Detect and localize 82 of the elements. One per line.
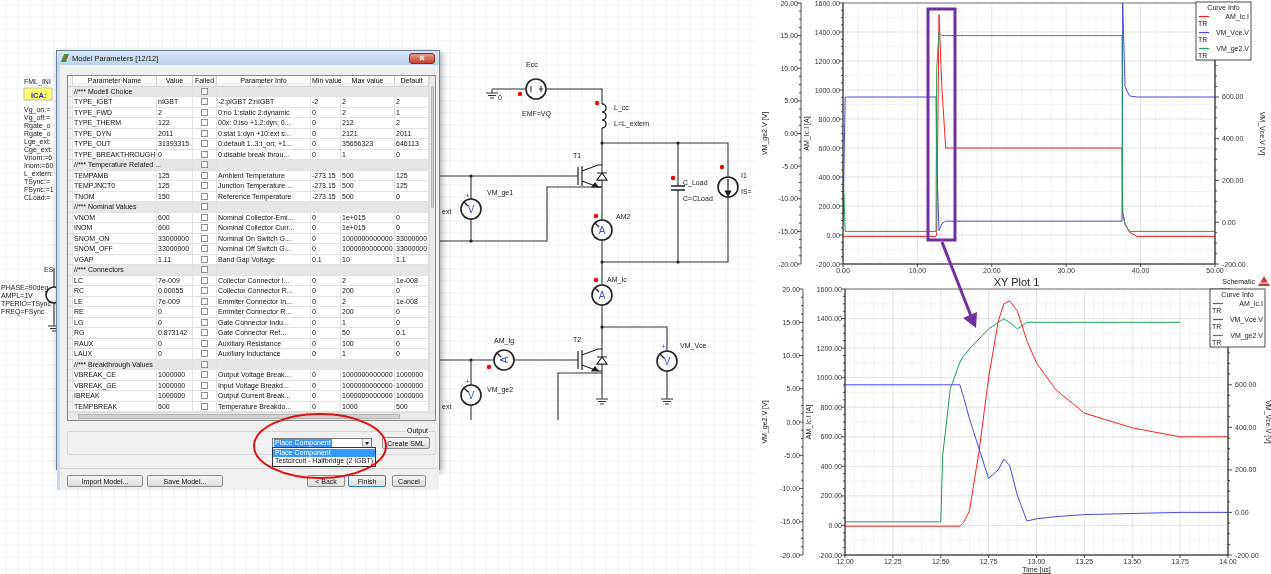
wire [545, 88, 603, 105]
meter-letter: A [598, 289, 606, 301]
meter-letter: V [467, 203, 475, 215]
inductor-icon [601, 103, 607, 129]
logo-icon [1258, 276, 1270, 286]
app-icon [61, 54, 69, 62]
header-box [23, 87, 53, 101]
voltage-source-icon [525, 78, 547, 100]
checkbox[interactable] [201, 224, 208, 232]
ground-icon [595, 394, 609, 405]
polarity-mark: + [465, 377, 470, 386]
ground-icon [485, 88, 499, 99]
junction-dot [469, 174, 473, 178]
ground-icon [660, 394, 674, 405]
checkbox[interactable] [201, 171, 208, 179]
voltmeter-icon [460, 384, 482, 406]
wire [53, 302, 55, 323]
checkbox[interactable] [201, 392, 208, 400]
checkbox[interactable] [201, 161, 208, 169]
wire [491, 88, 527, 90]
ammeter-icon [591, 219, 613, 241]
checkbox[interactable] [201, 203, 208, 211]
wire [513, 359, 579, 361]
checkbox[interactable] [201, 371, 208, 379]
junction-dot [600, 141, 604, 145]
checkbox[interactable] [201, 213, 208, 221]
checkbox[interactable] [201, 318, 208, 326]
checkbox[interactable] [201, 150, 208, 158]
ammeter-icon [591, 284, 613, 306]
junction-dot [676, 141, 680, 145]
junction-dot [676, 260, 680, 264]
checkbox[interactable] [201, 339, 208, 347]
voltmeter-icon [460, 198, 482, 220]
checkbox[interactable] [201, 329, 208, 337]
junction-dot [469, 358, 473, 362]
checkbox[interactable] [201, 266, 208, 274]
checkbox[interactable] [201, 108, 208, 116]
checkbox[interactable] [201, 140, 208, 148]
checkbox[interactable] [201, 276, 208, 284]
checkbox[interactable] [201, 381, 208, 389]
checkbox[interactable] [201, 287, 208, 295]
ammeter-icon [493, 349, 515, 371]
junction-dot [600, 325, 604, 329]
meter-letter: V [663, 355, 671, 367]
checkbox[interactable] [201, 129, 208, 137]
close-icon [419, 55, 425, 61]
scrollbar[interactable] [68, 412, 435, 420]
meter-letter: A [598, 224, 606, 236]
meter-letter: A [498, 356, 510, 364]
checkbox[interactable] [201, 297, 208, 305]
chart-title: XY Plot 1 [993, 276, 1040, 288]
checkbox[interactable] [201, 360, 208, 368]
junction-dot [600, 260, 604, 264]
checkbox[interactable] [201, 255, 208, 263]
wire [53, 267, 55, 288]
checkbox[interactable] [201, 308, 208, 316]
checkbox[interactable] [201, 87, 208, 95]
legend-box [1195, 1, 1252, 61]
checkbox[interactable] [201, 119, 208, 127]
checkbox[interactable] [201, 245, 208, 253]
igbt-icon [577, 164, 609, 188]
igbt-icon [577, 348, 609, 372]
close-button[interactable] [409, 52, 435, 64]
polarity-mark: + [661, 342, 666, 351]
junction-dot [469, 239, 473, 243]
checkbox[interactable] [201, 350, 208, 358]
checkbox[interactable] [201, 182, 208, 190]
meter-letter: V [467, 389, 475, 401]
wire [666, 370, 668, 396]
voltmeter-icon [656, 350, 678, 372]
polarity-mark: + [465, 191, 470, 200]
wire [470, 404, 472, 421]
caret-icon [365, 441, 369, 445]
current-source-icon [717, 176, 739, 198]
legend-box [1209, 288, 1266, 348]
checkbox[interactable] [201, 98, 208, 106]
scrollbar[interactable] [429, 76, 435, 412]
checkbox[interactable] [201, 192, 208, 200]
checkbox[interactable] [201, 402, 208, 410]
header-corner [68, 76, 73, 87]
capacitor-icon [670, 185, 686, 191]
checkbox[interactable] [201, 234, 208, 242]
